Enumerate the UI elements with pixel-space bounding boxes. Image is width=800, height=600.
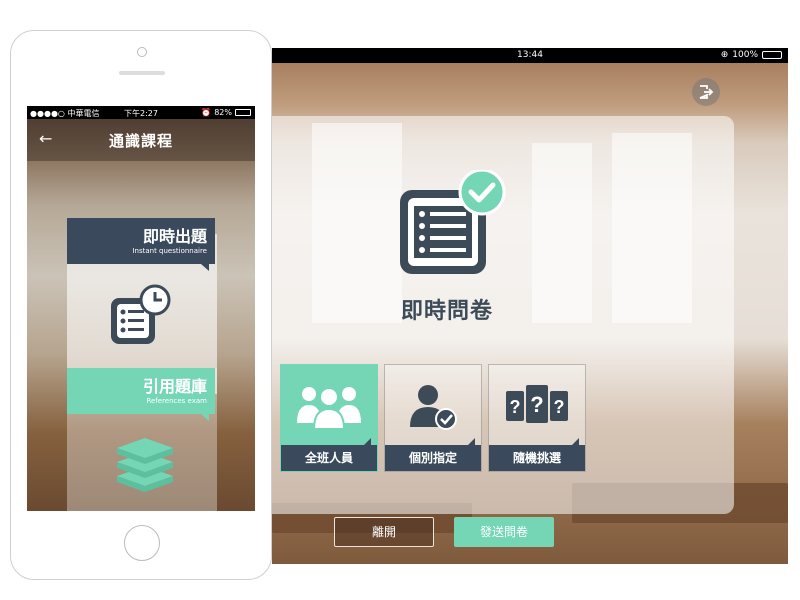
option-label: 個別指定 <box>385 438 481 471</box>
books-stack-icon <box>113 436 177 496</box>
svg-text:?: ? <box>530 392 543 417</box>
front-camera <box>137 47 147 57</box>
earpiece-speaker <box>119 71 165 75</box>
option-individual[interactable]: 個別指定 <box>384 364 482 472</box>
option-label: 全班人員 <box>281 438 377 471</box>
card-title: 引用題庫 <box>142 377 207 396</box>
tablet-status-time: 13:44 <box>517 50 543 60</box>
option-label: 隨機挑選 <box>489 438 585 471</box>
tablet-status-bar: 13:44 ⊕ 100% <box>272 48 788 63</box>
phone-device: ●●●●○ 中華電信 下午2:27 ⏰ 82% ← 通識課程 即時出題 Inst… <box>10 30 272 580</box>
phone-header: ← 通識課程 <box>27 119 255 161</box>
leave-button[interactable]: 離開 <box>334 517 434 547</box>
card-subtitle: Instant questionnaire <box>132 247 207 255</box>
page-title: 即時問卷 <box>400 299 493 324</box>
exit-button[interactable] <box>692 78 720 106</box>
tablet-battery-percent: 100% <box>732 50 758 60</box>
orientation-lock-icon: ⊕ <box>720 50 729 60</box>
checklist-check-icon <box>400 168 510 284</box>
references-exam-banner[interactable]: 引用題庫 References exam <box>67 368 215 421</box>
questionnaire-clock-icon <box>111 284 171 350</box>
card-subtitle: References exam <box>146 397 207 405</box>
phone-page-title: 通識課程 <box>109 132 174 150</box>
send-questionnaire-button[interactable]: 發送問卷 <box>454 517 554 547</box>
battery-icon <box>235 109 251 116</box>
phone-screen: ●●●●○ 中華電信 下午2:27 ⏰ 82% ← 通識課程 即時出題 Inst… <box>27 106 255 511</box>
tablet-screen: 13:44 ⊕ 100% 即時問卷 全班人員 個別指定 ? ? ? 隨機挑選 離… <box>272 48 788 564</box>
option-random[interactable]: ? ? ? 隨機挑選 <box>488 364 586 472</box>
battery-icon <box>762 51 782 59</box>
back-arrow-icon[interactable]: ← <box>39 129 52 148</box>
option-whole-class[interactable]: 全班人員 <box>280 364 378 472</box>
home-button[interactable] <box>124 525 160 561</box>
exit-icon <box>699 85 714 99</box>
svg-text:?: ? <box>510 397 521 417</box>
card-title: 即時出題 <box>142 227 207 246</box>
svg-text:?: ? <box>554 397 565 417</box>
phone-status-bar: ●●●●○ 中華電信 下午2:27 ⏰ 82% <box>27 106 255 119</box>
instant-questionnaire-banner[interactable]: 即時出題 Instant questionnaire <box>67 218 215 271</box>
phone-battery-percent: 82% <box>214 108 232 117</box>
random-question-cards-icon: ? ? ? <box>489 383 585 429</box>
person-check-icon <box>385 383 481 431</box>
group-icon <box>281 383 377 429</box>
alarm-icon: ⏰ <box>201 108 212 117</box>
